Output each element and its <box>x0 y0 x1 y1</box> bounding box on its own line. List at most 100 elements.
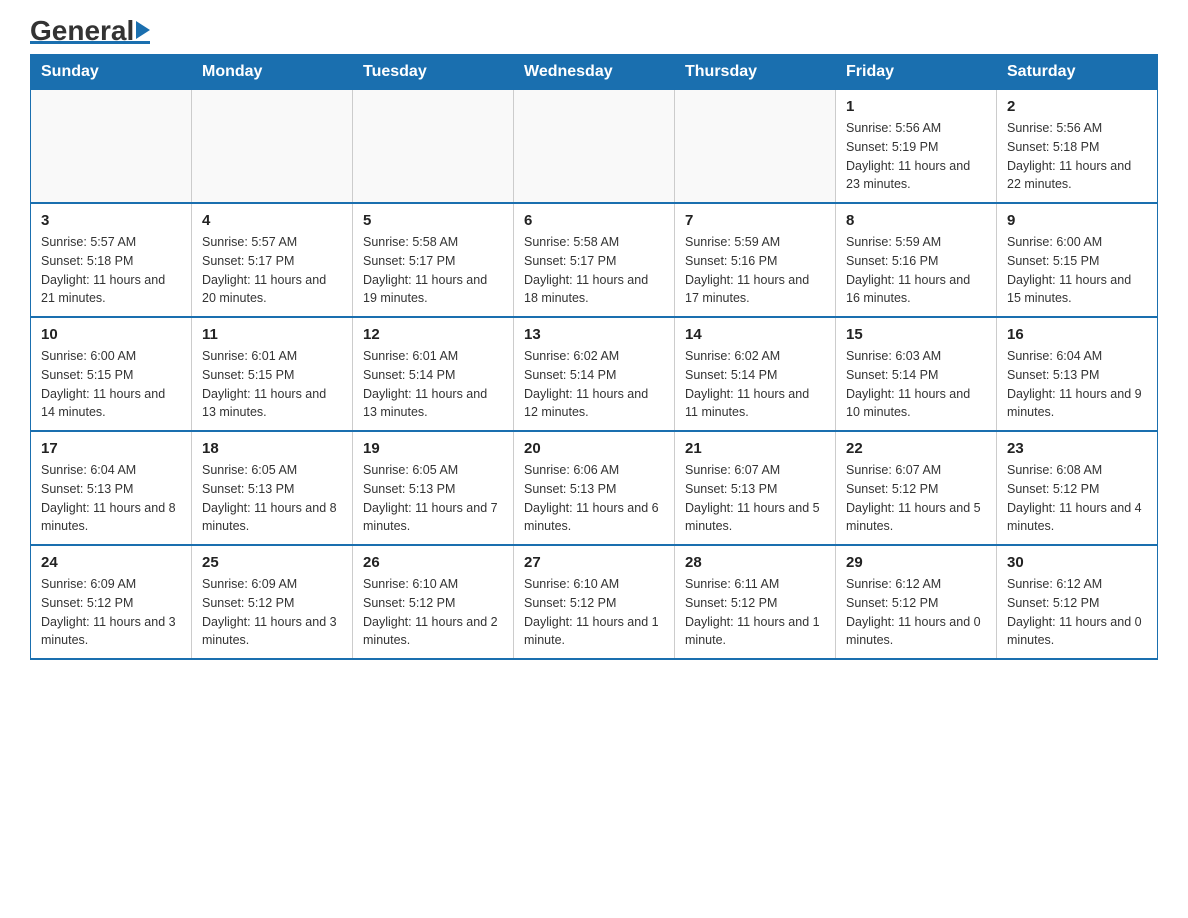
calendar-cell: 16 Sunrise: 6:04 AMSunset: 5:13 PMDayligh… <box>997 317 1158 431</box>
calendar-cell: 13 Sunrise: 6:02 AMSunset: 5:14 PMDayligh… <box>514 317 675 431</box>
day-number: 6 <box>524 212 664 229</box>
calendar-cell <box>675 90 836 204</box>
day-info: Sunrise: 5:56 AMSunset: 5:19 PMDaylight:… <box>846 119 986 194</box>
calendar-cell: 9 Sunrise: 6:00 AMSunset: 5:15 PMDaylight… <box>997 203 1158 317</box>
day-number: 4 <box>202 212 342 229</box>
day-info: Sunrise: 5:59 AMSunset: 5:16 PMDaylight:… <box>685 233 825 308</box>
calendar-cell: 25 Sunrise: 6:09 AMSunset: 5:12 PMDayligh… <box>192 545 353 659</box>
calendar-cell <box>514 90 675 204</box>
day-info: Sunrise: 5:56 AMSunset: 5:18 PMDaylight:… <box>1007 119 1147 194</box>
calendar-cell: 12Sunrise: 6:01 AMSunset: 5:14 PMDayligh… <box>353 317 514 431</box>
day-number: 30 <box>1007 554 1147 571</box>
day-number: 18 <box>202 440 342 457</box>
day-info: Sunrise: 6:05 AMSunset: 5:13 PMDaylight:… <box>363 461 503 536</box>
day-number: 29 <box>846 554 986 571</box>
calendar-cell: 20 Sunrise: 6:06 AMSunset: 5:13 PMDayligh… <box>514 431 675 545</box>
calendar-cell: 2 Sunrise: 5:56 AMSunset: 5:18 PMDaylight… <box>997 90 1158 204</box>
calendar-cell: 19 Sunrise: 6:05 AMSunset: 5:13 PMDayligh… <box>353 431 514 545</box>
day-info: Sunrise: 6:05 AMSunset: 5:13 PMDaylight:… <box>202 461 342 536</box>
day-info: Sunrise: 6:10 AMSunset: 5:12 PMDaylight:… <box>524 575 664 650</box>
calendar-header-row: SundayMondayTuesdayWednesdayThursdayFrid… <box>31 55 1158 90</box>
day-number: 21 <box>685 440 825 457</box>
day-info: Sunrise: 5:58 AMSunset: 5:17 PMDaylight:… <box>524 233 664 308</box>
day-info: Sunrise: 5:57 AMSunset: 5:18 PMDaylight:… <box>41 233 181 308</box>
calendar-cell: 5Sunrise: 5:58 AMSunset: 5:17 PMDaylight… <box>353 203 514 317</box>
day-number: 16 <box>1007 326 1147 343</box>
day-info: Sunrise: 6:00 AMSunset: 5:15 PMDaylight:… <box>1007 233 1147 308</box>
day-info: Sunrise: 6:01 AMSunset: 5:15 PMDaylight:… <box>202 347 342 422</box>
day-info: Sunrise: 6:00 AMSunset: 5:15 PMDaylight:… <box>41 347 181 422</box>
calendar-cell: 17 Sunrise: 6:04 AMSunset: 5:13 PMDayligh… <box>31 431 192 545</box>
day-info: Sunrise: 6:07 AMSunset: 5:13 PMDaylight:… <box>685 461 825 536</box>
calendar-cell <box>192 90 353 204</box>
header-saturday: Saturday <box>997 55 1158 90</box>
calendar-cell: 23Sunrise: 6:08 AMSunset: 5:12 PMDayligh… <box>997 431 1158 545</box>
header-monday: Monday <box>192 55 353 90</box>
day-number: 22 <box>846 440 986 457</box>
calendar-cell: 1 Sunrise: 5:56 AMSunset: 5:19 PMDaylight… <box>836 90 997 204</box>
header: General <box>30 20 1158 44</box>
day-number: 3 <box>41 212 181 229</box>
day-number: 28 <box>685 554 825 571</box>
calendar-cell: 29 Sunrise: 6:12 AMSunset: 5:12 PMDayligh… <box>836 545 997 659</box>
header-tuesday: Tuesday <box>353 55 514 90</box>
week-row-3: 10 Sunrise: 6:00 AMSunset: 5:15 PMDayligh… <box>31 317 1158 431</box>
calendar-cell: 22 Sunrise: 6:07 AMSunset: 5:12 PMDayligh… <box>836 431 997 545</box>
day-number: 7 <box>685 212 825 229</box>
day-info: Sunrise: 6:12 AMSunset: 5:12 PMDaylight:… <box>1007 575 1147 650</box>
day-info: Sunrise: 6:04 AMSunset: 5:13 PMDaylight:… <box>1007 347 1147 422</box>
day-number: 8 <box>846 212 986 229</box>
day-number: 25 <box>202 554 342 571</box>
day-number: 14 <box>685 326 825 343</box>
header-friday: Friday <box>836 55 997 90</box>
header-thursday: Thursday <box>675 55 836 90</box>
calendar-cell: 4 Sunrise: 5:57 AMSunset: 5:17 PMDaylight… <box>192 203 353 317</box>
day-info: Sunrise: 6:09 AMSunset: 5:12 PMDaylight:… <box>41 575 181 650</box>
day-number: 27 <box>524 554 664 571</box>
day-number: 26 <box>363 554 503 571</box>
header-wednesday: Wednesday <box>514 55 675 90</box>
calendar-table: SundayMondayTuesdayWednesdayThursdayFrid… <box>30 54 1158 660</box>
calendar-cell: 27 Sunrise: 6:10 AMSunset: 5:12 PMDayligh… <box>514 545 675 659</box>
logo-arrow-icon <box>136 21 150 39</box>
calendar-cell: 8 Sunrise: 5:59 AMSunset: 5:16 PMDaylight… <box>836 203 997 317</box>
week-row-4: 17 Sunrise: 6:04 AMSunset: 5:13 PMDayligh… <box>31 431 1158 545</box>
day-info: Sunrise: 6:10 AMSunset: 5:12 PMDaylight:… <box>363 575 503 650</box>
calendar-cell: 7 Sunrise: 5:59 AMSunset: 5:16 PMDaylight… <box>675 203 836 317</box>
calendar-cell <box>353 90 514 204</box>
calendar-cell: 10 Sunrise: 6:00 AMSunset: 5:15 PMDayligh… <box>31 317 192 431</box>
day-number: 10 <box>41 326 181 343</box>
calendar-cell: 28Sunrise: 6:11 AMSunset: 5:12 PMDayligh… <box>675 545 836 659</box>
calendar-cell: 11 Sunrise: 6:01 AMSunset: 5:15 PMDayligh… <box>192 317 353 431</box>
day-info: Sunrise: 6:03 AMSunset: 5:14 PMDaylight:… <box>846 347 986 422</box>
day-number: 13 <box>524 326 664 343</box>
calendar-cell: 18 Sunrise: 6:05 AMSunset: 5:13 PMDayligh… <box>192 431 353 545</box>
day-info: Sunrise: 6:02 AMSunset: 5:14 PMDaylight:… <box>524 347 664 422</box>
day-number: 1 <box>846 98 986 115</box>
day-number: 19 <box>363 440 503 457</box>
day-number: 24 <box>41 554 181 571</box>
day-info: Sunrise: 6:04 AMSunset: 5:13 PMDaylight:… <box>41 461 181 536</box>
day-number: 17 <box>41 440 181 457</box>
day-number: 12 <box>363 326 503 343</box>
day-info: Sunrise: 6:12 AMSunset: 5:12 PMDaylight:… <box>846 575 986 650</box>
day-info: Sunrise: 5:58 AMSunset: 5:17 PMDaylight:… <box>363 233 503 308</box>
day-info: Sunrise: 5:57 AMSunset: 5:17 PMDaylight:… <box>202 233 342 308</box>
calendar-cell: 15 Sunrise: 6:03 AMSunset: 5:14 PMDayligh… <box>836 317 997 431</box>
day-number: 11 <box>202 326 342 343</box>
day-number: 2 <box>1007 98 1147 115</box>
day-number: 9 <box>1007 212 1147 229</box>
day-info: Sunrise: 6:06 AMSunset: 5:13 PMDaylight:… <box>524 461 664 536</box>
day-number: 15 <box>846 326 986 343</box>
calendar-cell: 3 Sunrise: 5:57 AMSunset: 5:18 PMDaylight… <box>31 203 192 317</box>
logo-underline <box>30 41 150 44</box>
week-row-5: 24 Sunrise: 6:09 AMSunset: 5:12 PMDayligh… <box>31 545 1158 659</box>
day-info: Sunrise: 6:07 AMSunset: 5:12 PMDaylight:… <box>846 461 986 536</box>
header-sunday: Sunday <box>31 55 192 90</box>
calendar-cell: 24 Sunrise: 6:09 AMSunset: 5:12 PMDayligh… <box>31 545 192 659</box>
day-number: 20 <box>524 440 664 457</box>
calendar-cell: 26 Sunrise: 6:10 AMSunset: 5:12 PMDayligh… <box>353 545 514 659</box>
day-info: Sunrise: 6:09 AMSunset: 5:12 PMDaylight:… <box>202 575 342 650</box>
day-info: Sunrise: 6:08 AMSunset: 5:12 PMDaylight:… <box>1007 461 1147 536</box>
day-info: Sunrise: 5:59 AMSunset: 5:16 PMDaylight:… <box>846 233 986 308</box>
